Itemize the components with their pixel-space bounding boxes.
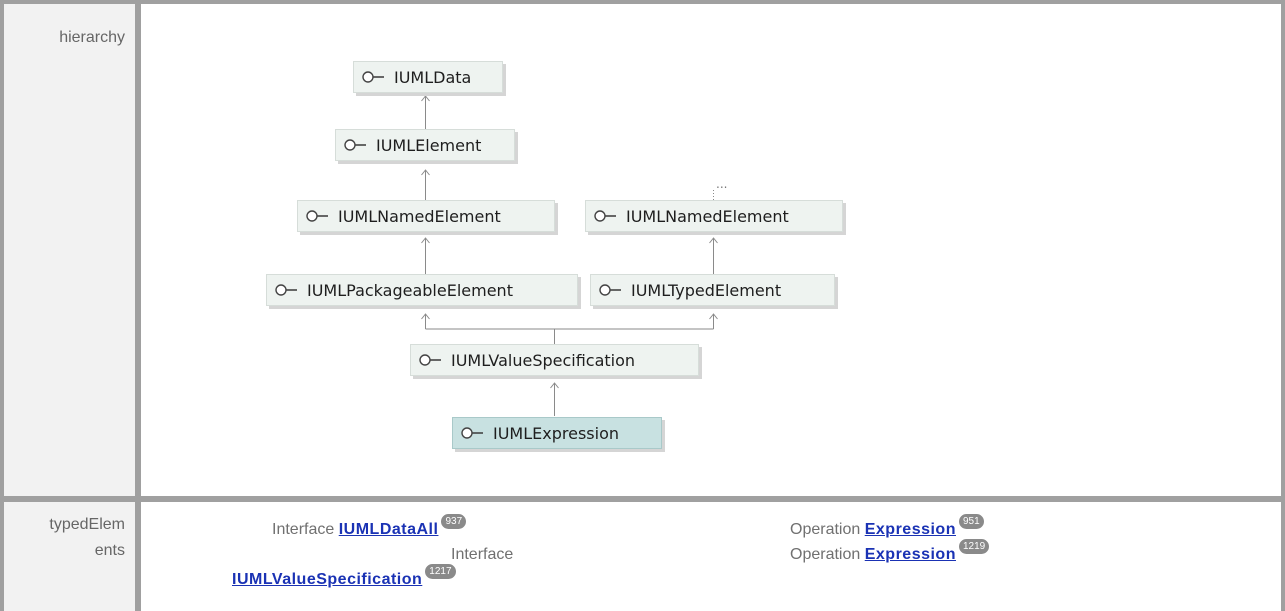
hierarchy-label-cell: hierarchy: [4, 4, 135, 496]
node-label: IUMLNamedElement: [626, 206, 789, 226]
node-label: IUMLExpression: [493, 423, 619, 443]
property-table: hierarchy ... IUMLData IUMLElement IUMLN…: [0, 0, 1285, 611]
node-iumlelement[interactable]: IUMLElement: [335, 129, 515, 161]
interface-lollipop-icon: [594, 210, 616, 222]
more-ancestors-ellipsis: ...: [716, 177, 727, 191]
node-label: IUMLTypedElement: [631, 280, 782, 300]
node-iumlnamedelement-left[interactable]: IUMLNamedElement: [297, 200, 555, 232]
count-badge: 1219: [958, 539, 990, 554]
hierarchy-edges: ...: [421, 95, 727, 416]
node-iumlpackageableelement[interactable]: IUMLPackageableElement: [266, 274, 578, 306]
typed-element-entry: Interface IUMLDataAll 937: [272, 514, 467, 541]
element-kind: Interface: [272, 521, 335, 538]
typedelements-label-line1: typedElem: [49, 516, 125, 533]
typed-element-entry: Operation Expression 1219: [790, 539, 990, 566]
node-label: IUMLNamedElement: [338, 206, 501, 226]
node-label: IUMLData: [394, 67, 472, 87]
typed-element-entry: Operation Expression 951: [790, 514, 984, 541]
node-iumltypedelement[interactable]: IUMLTypedElement: [590, 274, 835, 306]
hierarchy-label: hierarchy: [59, 29, 125, 46]
element-kind: Operation: [790, 546, 861, 563]
typedelements-label-cell: typedElem ents: [4, 502, 135, 611]
node-iumldata[interactable]: IUMLData: [353, 61, 503, 93]
typed-element-entry: IUMLValueSpecification 1217: [232, 564, 456, 591]
interface-lollipop-icon: [306, 210, 328, 222]
interface-lollipop-icon: [275, 284, 297, 296]
interface-lollipop-icon: [599, 284, 621, 296]
element-link[interactable]: IUMLValueSpecification: [232, 571, 422, 588]
node-iumlnamedelement-right[interactable]: IUMLNamedElement: [585, 200, 843, 232]
count-badge: 1217: [425, 564, 456, 579]
node-label: IUMLValueSpecification: [451, 350, 636, 370]
count-badge: 951: [958, 514, 984, 529]
node-label: IUMLElement: [376, 135, 482, 155]
element-link[interactable]: Expression: [865, 546, 956, 563]
element-kind: Interface: [451, 546, 514, 563]
node-label: IUMLPackageableElement: [307, 280, 513, 300]
typedelements-label-line2: ents: [94, 542, 125, 559]
typedelements-cell: Interface IUMLDataAll 937 Interface IUMLV…: [141, 502, 1281, 611]
element-kind: Operation: [790, 521, 861, 538]
element-link[interactable]: Expression: [865, 521, 956, 538]
hierarchy-diagram-cell: ... IUMLData IUMLElement IUMLNamedElemen…: [141, 4, 1281, 496]
typed-element-entry: Interface: [451, 544, 513, 566]
count-badge: 937: [441, 514, 467, 529]
interface-lollipop-icon: [362, 71, 384, 83]
node-iumlexpression[interactable]: IUMLExpression: [452, 417, 662, 449]
edge-valuespec-fork: [425, 314, 714, 344]
element-link[interactable]: IUMLDataAll: [339, 521, 439, 538]
interface-lollipop-icon: [461, 427, 483, 439]
node-iumlvaluespecification[interactable]: IUMLValueSpecification: [410, 344, 699, 376]
interface-lollipop-icon: [419, 354, 441, 366]
interface-lollipop-icon: [344, 139, 366, 151]
